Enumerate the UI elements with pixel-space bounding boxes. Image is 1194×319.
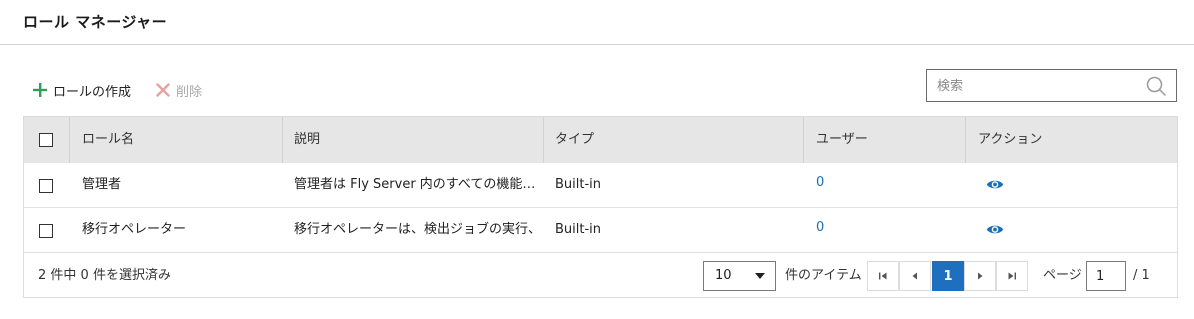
delete-label: 削除 [176,84,203,100]
table-footer: 2 件中 0 件を選択済み 10 件のアイテム 1 ページ 1 / 1 [24,253,1177,298]
page-title: ロール マネージャー [23,13,168,31]
row-checkbox[interactable] [39,179,53,193]
search-box [926,69,1177,102]
role-name-cell: 管理者 [82,177,122,192]
column-divider [965,117,966,163]
page-total: / 1 [1133,268,1150,283]
delete-button[interactable]: 削除 [156,80,202,100]
column-header-role-name[interactable]: ロール名 [82,117,134,163]
previous-page-button[interactable] [899,261,931,291]
title-divider [0,44,1194,45]
create-role-button[interactable]: ロールの作成 [33,80,131,100]
create-role-label: ロールの作成 [53,84,132,100]
users-count-link[interactable]: 0 [816,208,824,252]
column-header-description[interactable]: 説明 [294,117,320,163]
dropdown-arrow-icon [755,273,765,279]
next-page-button[interactable] [964,261,996,291]
table-header: ロール名 説明 タイプ ユーザー アクション [24,117,1177,163]
page-size-value: 10 [715,268,732,283]
roles-table: ロール名 説明 タイプ ユーザー アクション 管理者 管理者は Fly Serv… [23,116,1178,298]
description-cell: 移行オペレーターは、検出ジョブの実行、… [294,222,540,237]
search-icon[interactable] [1146,76,1166,96]
items-per-page-label: 件のアイテム [785,268,862,283]
role-name-cell: 移行オペレーター [82,222,187,237]
current-page-button[interactable]: 1 [932,261,964,291]
close-icon [156,83,170,97]
users-count-link[interactable]: 0 [816,163,824,207]
description-cell: 管理者は Fly Server 内のすべての機能… [294,177,536,192]
row-checkbox[interactable] [39,224,53,238]
selection-count: 2 件中 0 件を選択済み [38,268,171,283]
table-row: 管理者 管理者は Fly Server 内のすべての機能… Built-in 0 [24,163,1177,208]
previous-page-icon [912,272,917,280]
search-input[interactable] [937,77,1137,95]
column-divider [69,117,70,163]
table-row: 移行オペレーター 移行オペレーターは、検出ジョブの実行、… Built-in 0 [24,208,1177,253]
next-page-icon [978,272,983,280]
column-header-type[interactable]: タイプ [555,117,594,163]
column-header-actions: アクション [978,132,1043,147]
plus-icon [33,83,47,97]
type-cell: Built-in [555,222,602,237]
last-page-button[interactable] [996,261,1028,291]
page-label: ページ [1043,268,1082,283]
type-cell: Built-in [555,177,602,192]
view-eye-icon[interactable] [986,223,1004,236]
select-all-checkbox[interactable] [39,133,53,147]
column-divider [543,117,544,163]
last-page-icon [1008,272,1016,280]
view-eye-icon[interactable] [986,178,1004,191]
page-size-select[interactable]: 10 [703,261,776,291]
column-header-users[interactable]: ユーザー [816,117,868,163]
column-divider [282,117,283,163]
first-page-icon [879,272,887,280]
first-page-button[interactable] [867,261,899,291]
page-number-input[interactable] [1086,261,1126,291]
column-divider [803,117,804,163]
